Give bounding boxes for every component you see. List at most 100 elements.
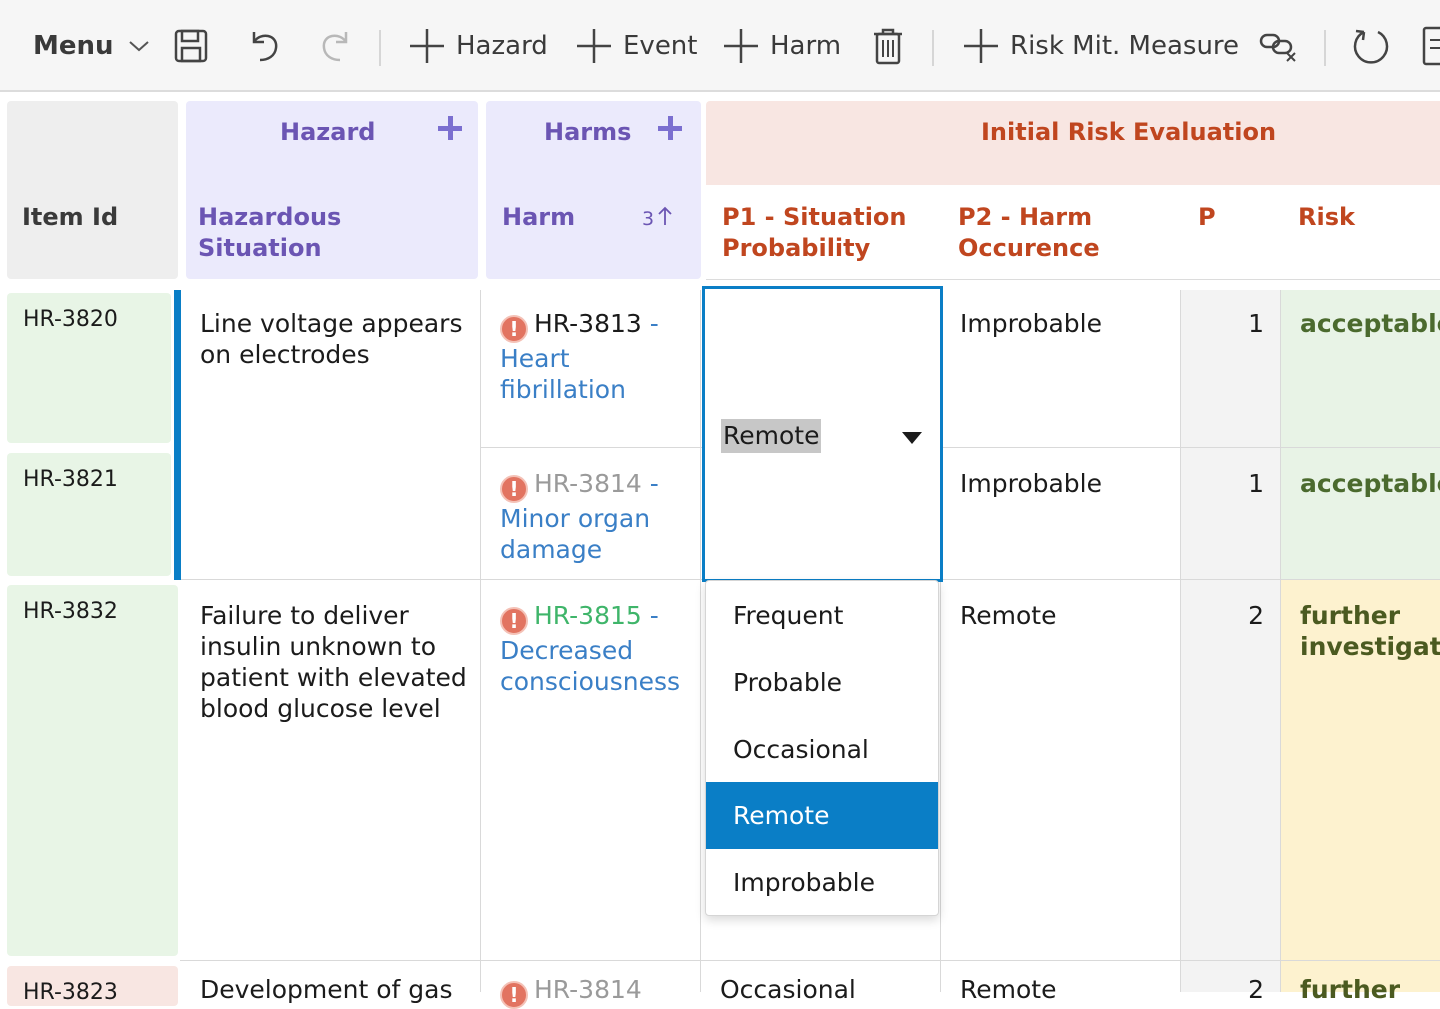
hazardous-situation-header[interactable]: Hazardous Situation bbox=[198, 202, 341, 264]
harm-dash: - bbox=[641, 469, 659, 498]
p-cell[interactable]: 1 bbox=[1181, 448, 1280, 579]
menu-button[interactable]: Menu bbox=[33, 0, 150, 92]
column-divider bbox=[480, 290, 481, 992]
harm-name-line[interactable]: Minor organ bbox=[500, 503, 695, 534]
harm-sort-count: 3 bbox=[642, 207, 655, 230]
p2-cell[interactable]: Improbable bbox=[960, 468, 1102, 499]
harms-group-label: Harms bbox=[544, 118, 632, 146]
harm-cell[interactable]: ! HR-3813 - Heart fibrillation bbox=[500, 308, 695, 405]
harm-cell[interactable]: ! HR-3814 - Minor organ damage bbox=[500, 468, 695, 565]
p-cell[interactable]: 2 bbox=[1181, 961, 1280, 1004]
harm-header-label[interactable]: Harm bbox=[502, 202, 575, 233]
harm-sort-indicator[interactable]: 3 bbox=[642, 206, 673, 231]
risk-cell[interactable]: further bbox=[1281, 961, 1440, 1004]
document-icon bbox=[1422, 26, 1440, 66]
document-button[interactable] bbox=[1422, 0, 1440, 92]
p1-header[interactable]: P1 - Situation Probability bbox=[722, 202, 907, 264]
p2-header-line1: P2 - Harm bbox=[958, 203, 1093, 231]
situation-line: blood glucose level bbox=[200, 694, 441, 723]
toolbar-divider bbox=[932, 30, 934, 66]
option-frequent[interactable]: Frequent bbox=[706, 582, 938, 649]
plus-icon bbox=[722, 27, 760, 65]
harm-id-link[interactable]: HR-3814 bbox=[534, 469, 642, 498]
toolbar-divider bbox=[1324, 30, 1326, 66]
p-cell[interactable]: 1 bbox=[1181, 290, 1280, 447]
add-event-label: Event bbox=[623, 31, 698, 61]
option-probable[interactable]: Probable bbox=[706, 649, 938, 716]
harm-id-link[interactable]: HR-3813 bbox=[534, 309, 642, 338]
plus-icon bbox=[575, 27, 613, 65]
undo-button[interactable] bbox=[248, 0, 280, 92]
harm-name-line[interactable]: consciousness bbox=[500, 666, 700, 697]
harm-name-line[interactable]: Heart bbox=[500, 343, 695, 374]
hazardous-situation-line2: Situation bbox=[198, 234, 322, 262]
refresh-button[interactable] bbox=[1352, 0, 1390, 92]
p1-select-cell[interactable]: Remote bbox=[702, 286, 943, 582]
risk-cell[interactable]: acceptable bbox=[1281, 448, 1440, 579]
unlink-button[interactable] bbox=[1259, 0, 1299, 92]
add-hazard-column-icon[interactable] bbox=[438, 116, 462, 140]
risk-cell[interactable]: further investigatio bbox=[1281, 580, 1440, 960]
add-risk-mit-measure-button[interactable]: Risk Mit. Measure bbox=[962, 0, 1239, 92]
risk-line: investigatio bbox=[1300, 632, 1440, 661]
harm-name-line[interactable]: fibrillation bbox=[500, 374, 695, 405]
p1-cell[interactable]: Occasional bbox=[720, 974, 856, 1005]
trash-icon bbox=[872, 27, 904, 65]
hazardous-situation-line1: Hazardous bbox=[198, 203, 342, 231]
hazardous-situation-cell[interactable]: Development of gas bbox=[200, 974, 453, 1005]
chevron-down-icon bbox=[128, 39, 150, 53]
p-header[interactable]: P bbox=[1198, 202, 1216, 233]
plus-icon bbox=[962, 27, 1000, 65]
initial-risk-evaluation-header: Initial Risk Evaluation bbox=[706, 101, 1440, 185]
undo-icon bbox=[248, 28, 280, 64]
harm-cell[interactable]: ! HR-3815 - Decreased consciousness bbox=[500, 600, 700, 697]
item-id-cell[interactable]: HR-3820 bbox=[7, 293, 171, 443]
initial-risk-evaluation-label: Initial Risk Evaluation bbox=[981, 118, 1277, 146]
option-remote[interactable]: Remote bbox=[706, 782, 938, 849]
item-id-cell[interactable]: HR-3821 bbox=[7, 453, 171, 576]
alert-icon: ! bbox=[500, 315, 528, 343]
add-risk-mit-label: Risk Mit. Measure bbox=[1010, 31, 1240, 61]
p2-cell[interactable]: Remote bbox=[960, 974, 1056, 1005]
harm-name-line[interactable]: Decreased bbox=[500, 635, 700, 666]
add-harm-label: Harm bbox=[770, 31, 842, 61]
delete-button[interactable] bbox=[872, 0, 904, 92]
harm-id-link[interactable]: HR-3814 bbox=[534, 975, 642, 1004]
column-divider bbox=[700, 290, 701, 992]
add-event-button[interactable]: Event bbox=[575, 0, 697, 92]
item-id-cell[interactable]: HR-3823 bbox=[7, 966, 178, 1006]
redo-button[interactable] bbox=[320, 0, 352, 92]
harm-name-line[interactable]: damage bbox=[500, 534, 695, 565]
header-divider bbox=[706, 279, 1440, 280]
option-improbable[interactable]: Improbable bbox=[706, 849, 938, 916]
alert-icon: ! bbox=[500, 475, 528, 503]
item-id-header-label: Item Id bbox=[22, 203, 119, 231]
p2-cell[interactable]: Remote bbox=[960, 600, 1056, 631]
risk-header[interactable]: Risk bbox=[1298, 202, 1355, 233]
unlink-icon bbox=[1259, 29, 1299, 63]
save-icon bbox=[174, 29, 208, 63]
add-hazard-label: Hazard bbox=[456, 31, 548, 61]
p-cell[interactable]: 2 bbox=[1181, 580, 1280, 960]
hazardous-situation-cell[interactable]: Line voltage appears on electrodes bbox=[200, 308, 470, 370]
sort-ascending-icon bbox=[657, 206, 673, 231]
add-hazard-button[interactable]: Hazard bbox=[408, 0, 548, 92]
situation-line: on electrodes bbox=[200, 340, 370, 369]
p1-select-value[interactable]: Remote bbox=[721, 419, 822, 453]
add-harm-column-icon[interactable] bbox=[658, 116, 682, 140]
p2-header[interactable]: P2 - Harm Occurence bbox=[958, 202, 1100, 264]
menu-label: Menu bbox=[33, 31, 114, 61]
option-occasional[interactable]: Occasional bbox=[706, 716, 938, 783]
hazardous-situation-cell[interactable]: Failure to deliver insulin unknown to pa… bbox=[200, 600, 475, 724]
p1-options-dropdown: Frequent Probable Occasional Remote Impr… bbox=[705, 580, 939, 916]
save-button[interactable] bbox=[174, 0, 208, 92]
row-selection-bar bbox=[174, 290, 181, 580]
caret-down-icon[interactable] bbox=[902, 432, 922, 444]
risk-cell[interactable]: acceptable bbox=[1281, 290, 1440, 447]
harm-id-link[interactable]: HR-3815 bbox=[534, 601, 642, 630]
alert-icon: ! bbox=[500, 607, 528, 635]
item-id-cell[interactable]: HR-3832 bbox=[7, 585, 178, 956]
item-id-header[interactable]: Item Id bbox=[7, 101, 178, 279]
add-harm-button[interactable]: Harm bbox=[722, 0, 841, 92]
p2-cell[interactable]: Improbable bbox=[960, 308, 1102, 339]
